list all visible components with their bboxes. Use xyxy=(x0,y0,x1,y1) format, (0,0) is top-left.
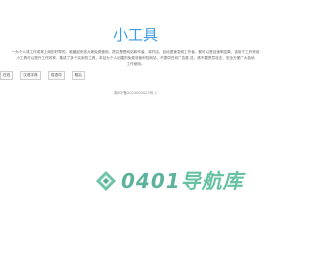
watermark-number: 0401 xyxy=(121,169,181,193)
watermark-text: 0401导航库 xyxy=(121,168,244,194)
watermark: 0401导航库 xyxy=(95,168,244,194)
icp-link[interactable]: 湘ICP备2023000023号-1 xyxy=(0,91,271,96)
intro-line: 工作使用。 xyxy=(126,62,145,66)
intro-text: 一为个人或工作或常上网的好帮的，收藏起来放大家免费使用。提议是是网站和作者。将开… xyxy=(0,49,271,67)
watermark-logo-icon xyxy=(96,171,116,191)
tool-tags: 在线 汉语字典 成语词 歇后 xyxy=(0,71,87,80)
tag-chinese-dictionary[interactable]: 汉语字典 xyxy=(20,71,41,80)
tag-xiehouyu[interactable]: 歇后 xyxy=(71,71,85,80)
page: 小工具 一为个人或工作或常上网的好帮的，收藏起来放大家免费使用。提议是是网站和作… xyxy=(0,0,271,260)
tag-online[interactable]: 在线 xyxy=(0,71,14,80)
watermark-word: 导航库 xyxy=(180,169,244,193)
tag-idiom-dictionary[interactable]: 成语词 xyxy=(47,71,65,80)
page-title: 小工具 xyxy=(112,26,158,44)
